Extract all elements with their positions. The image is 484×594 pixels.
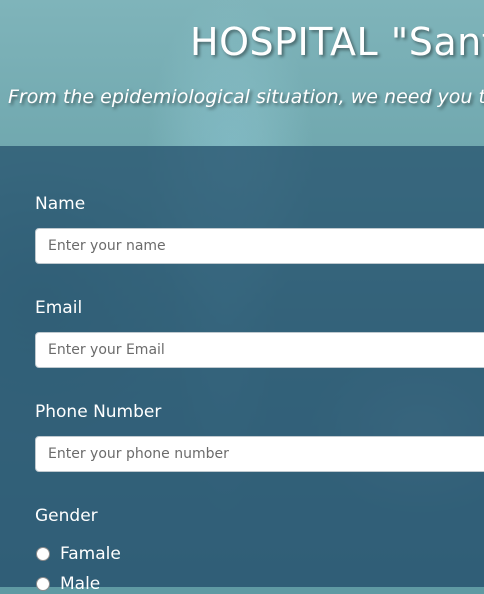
gender-option-female[interactable]: Famale — [35, 544, 121, 564]
gender-label: Gender — [35, 506, 98, 526]
female-radio[interactable] — [36, 547, 50, 561]
email-label: Email — [35, 298, 83, 318]
name-label: Name — [35, 194, 86, 214]
name-input[interactable] — [35, 228, 484, 264]
page-title: HOSPITAL "Sant — [190, 20, 484, 64]
page-header: HOSPITAL "Sant From the epidemiological … — [0, 0, 484, 146]
male-radio[interactable] — [36, 577, 50, 591]
female-radio-label: Famale — [60, 544, 121, 564]
gender-option-male[interactable]: Male — [35, 574, 100, 594]
phone-label: Phone Number — [35, 402, 162, 422]
email-input[interactable] — [35, 332, 484, 368]
phone-input[interactable] — [35, 436, 484, 472]
registration-form: Name Email Phone Number Gender Famale Ma… — [0, 146, 484, 594]
male-radio-label: Male — [60, 574, 101, 594]
page-subtitle: From the epidemiological situation, we n… — [8, 86, 484, 108]
